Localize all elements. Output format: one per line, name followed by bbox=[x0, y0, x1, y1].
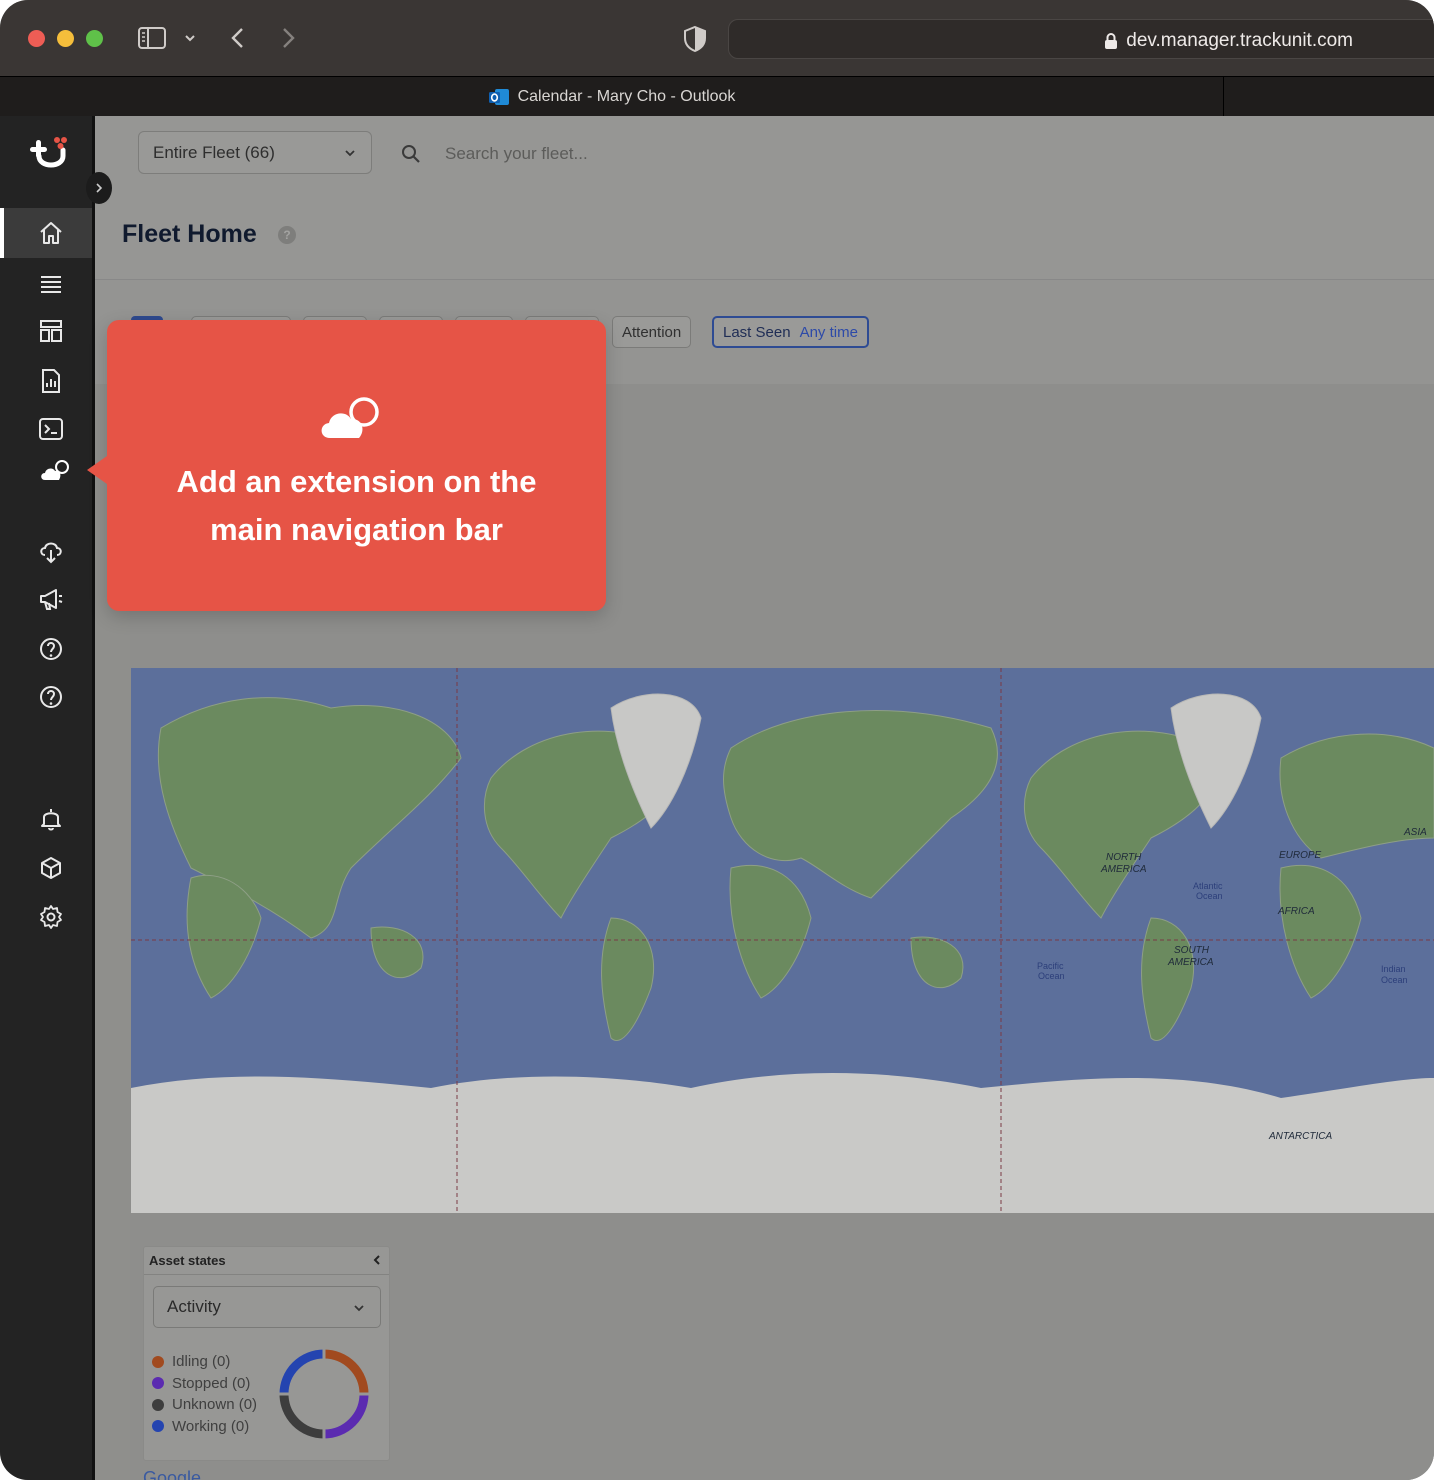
legend-dot bbox=[152, 1420, 164, 1433]
map-label-pacific: Pacific bbox=[1037, 961, 1064, 971]
megaphone-icon[interactable] bbox=[38, 586, 64, 612]
top-toolbar: Entire Fleet (66) bbox=[95, 116, 1434, 194]
legend-label: Unknown (0) bbox=[172, 1396, 258, 1414]
outlook-icon bbox=[488, 89, 509, 105]
filter-last-seen-value: Any time bbox=[799, 323, 858, 341]
address-bar[interactable]: dev.manager.trackunit.com bbox=[728, 19, 1434, 59]
legend-dot bbox=[152, 1355, 164, 1368]
chevron-down-icon[interactable] bbox=[182, 30, 198, 46]
filter-attention-label: Attention bbox=[622, 323, 682, 341]
browser-titlebar: dev.manager.trackunit.com bbox=[0, 0, 1434, 76]
asset-states-header: Asset states bbox=[144, 1247, 389, 1275]
sidebar-toggle-icon[interactable] bbox=[138, 27, 166, 49]
url-text: dev.manager.trackunit.com bbox=[1126, 30, 1353, 51]
map-label-atlantic-2: Ocean bbox=[1196, 891, 1223, 901]
callout-message: Add an extension on the main navigation … bbox=[107, 458, 606, 554]
search-icon bbox=[402, 145, 420, 163]
back-arrow-icon[interactable] bbox=[228, 26, 248, 50]
box-icon[interactable] bbox=[38, 855, 64, 881]
chevron-down-icon bbox=[354, 1305, 364, 1312]
fleet-map[interactable]: NORTH AMERICA EUROPE ASIA AFRICA SOUTH A… bbox=[131, 668, 1434, 1213]
legend-item-unknown: Unknown (0) bbox=[152, 1394, 257, 1416]
privacy-shield-icon[interactable] bbox=[682, 25, 708, 53]
list-icon[interactable] bbox=[38, 270, 64, 296]
map-label-pacific-2: Ocean bbox=[1038, 971, 1065, 981]
map-label-north-america: NORTH bbox=[1106, 852, 1142, 863]
fleet-selector-label: Entire Fleet (66) bbox=[153, 142, 275, 162]
map-label-north-america-2: AMERICA bbox=[1100, 864, 1147, 875]
asset-state-view-select[interactable]: Activity bbox=[153, 1286, 381, 1328]
legend-label: Idling (0) bbox=[172, 1353, 231, 1371]
report-icon[interactable] bbox=[38, 368, 64, 394]
browser-window: dev.manager.trackunit.com Calendar - Mar… bbox=[0, 0, 1434, 1480]
page-title: Fleet Home bbox=[122, 220, 257, 248]
asset-states-donut-chart bbox=[278, 1348, 370, 1440]
help-circle-icon[interactable] bbox=[38, 636, 64, 662]
asset-states-panel: Asset states Activity Idling (0) Stopped… bbox=[143, 1246, 390, 1461]
legend-label: Working (0) bbox=[172, 1417, 250, 1435]
world-map-graphic: NORTH AMERICA EUROPE ASIA AFRICA SOUTH A… bbox=[131, 668, 1434, 1213]
cloud-extension-icon bbox=[321, 397, 379, 438]
cloud-download-icon[interactable] bbox=[38, 538, 64, 564]
cloud-extension-icon[interactable] bbox=[38, 458, 70, 484]
extension-tooltip-callout: Add an extension on the main navigation … bbox=[87, 320, 606, 611]
forward-arrow-icon[interactable] bbox=[278, 26, 298, 50]
google-attribution: Google bbox=[143, 1468, 202, 1480]
main-navigation-bar bbox=[0, 116, 95, 1480]
map-label-europe: EUROPE bbox=[1279, 850, 1322, 861]
legend-item-idling: Idling (0) bbox=[152, 1351, 257, 1373]
filter-last-seen[interactable]: Last Seen Any time bbox=[712, 316, 869, 348]
chevron-left-icon[interactable] bbox=[371, 1253, 383, 1267]
map-label-atlantic: Atlantic bbox=[1193, 881, 1223, 891]
home-icon[interactable] bbox=[38, 220, 64, 246]
map-label-south-america: SOUTH bbox=[1174, 945, 1210, 956]
fleet-selector[interactable]: Entire Fleet (66) bbox=[138, 131, 372, 174]
maximize-window-button[interactable] bbox=[86, 30, 103, 47]
minimize-window-button[interactable] bbox=[57, 30, 74, 47]
expand-sidebar-button[interactable] bbox=[86, 172, 112, 204]
asset-states-title: Asset states bbox=[149, 1253, 226, 1268]
chevron-down-icon bbox=[345, 150, 355, 157]
map-label-asia: ASIA bbox=[1403, 827, 1427, 838]
map-label-indian-2: Ocean bbox=[1381, 975, 1408, 985]
fleet-search-input[interactable] bbox=[445, 136, 845, 172]
filter-attention[interactable]: Attention bbox=[612, 316, 692, 348]
legend-label: Stopped (0) bbox=[172, 1374, 251, 1392]
close-window-button[interactable] bbox=[28, 30, 45, 47]
asset-states-legend: Idling (0) Stopped (0) Unknown (0) Worki… bbox=[152, 1351, 257, 1437]
support-circle-icon[interactable] bbox=[38, 684, 64, 710]
filter-last-seen-label: Last Seen bbox=[723, 323, 791, 341]
legend-dot bbox=[152, 1377, 164, 1390]
tab-title: Calendar - Mary Cho - Outlook bbox=[517, 88, 736, 105]
asset-state-view-label: Activity bbox=[167, 1297, 221, 1316]
legend-dot bbox=[152, 1398, 164, 1411]
map-label-africa: AFRICA bbox=[1277, 906, 1315, 917]
legend-item-stopped: Stopped (0) bbox=[152, 1373, 257, 1395]
trackunit-logo-icon[interactable] bbox=[30, 136, 70, 176]
callout-line-1: Add an extension on the bbox=[176, 464, 537, 499]
help-icon[interactable]: ? bbox=[278, 226, 296, 244]
tab-strip: Calendar - Mary Cho - Outlook bbox=[0, 76, 1434, 117]
tab-outlook-calendar[interactable]: Calendar - Mary Cho - Outlook bbox=[0, 77, 1224, 117]
nav-active-indicator bbox=[0, 208, 4, 258]
page-header: Fleet Home ? bbox=[95, 194, 1434, 280]
chevron-right-icon bbox=[96, 183, 103, 193]
map-label-indian: Indian bbox=[1381, 964, 1406, 974]
terminal-icon[interactable] bbox=[38, 416, 64, 442]
legend-item-working: Working (0) bbox=[152, 1416, 257, 1438]
bell-icon[interactable] bbox=[38, 806, 64, 832]
map-label-antarctica: ANTARCTICA bbox=[1268, 1131, 1332, 1142]
map-label-south-america-2: AMERICA bbox=[1167, 957, 1214, 968]
gear-icon[interactable] bbox=[38, 904, 64, 930]
callout-line-2: main navigation bar bbox=[210, 512, 503, 547]
lock-icon bbox=[1105, 33, 1118, 49]
dashboard-icon[interactable] bbox=[38, 318, 64, 344]
